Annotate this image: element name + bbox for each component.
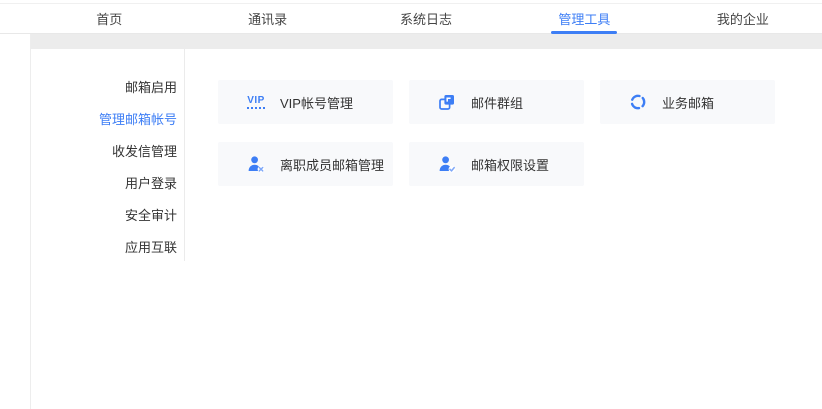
- top-navigation: 首页 通讯录 系统日志 管理工具 我的企业: [0, 3, 822, 34]
- sidebar-item-mailbox-enable[interactable]: 邮箱启用: [30, 72, 185, 104]
- sidebar: 邮箱启用 管理邮箱帐号 收发信管理 用户登录 安全审计 应用互联: [30, 49, 185, 264]
- tab-contacts[interactable]: 通讯录: [188, 3, 346, 33]
- tab-my-enterprise[interactable]: 我的企业: [664, 3, 822, 33]
- business-mailbox-icon: [626, 92, 650, 112]
- card-business-mailbox[interactable]: 业务邮箱: [600, 80, 775, 124]
- sidebar-item-manage-mailbox-accounts[interactable]: 管理邮箱帐号: [30, 104, 185, 136]
- vip-badge-text: VIP: [247, 96, 265, 109]
- admin-tools-card-grid: VIP VIP帐号管理 邮件群组 业务邮箱: [218, 80, 778, 186]
- card-mail-group[interactable]: 邮件群组: [409, 80, 584, 124]
- card-label: 邮箱权限设置: [471, 155, 549, 174]
- tab-admin-tools[interactable]: 管理工具: [505, 3, 663, 33]
- mail-group-icon: [435, 92, 459, 112]
- vip-badge-icon: VIP: [244, 96, 268, 109]
- tab-home[interactable]: 首页: [30, 3, 188, 33]
- resigned-member-mailbox-icon: [244, 154, 268, 174]
- sidebar-item-security-audit[interactable]: 安全审计: [30, 200, 185, 232]
- card-resigned-member-mailbox[interactable]: 离职成员邮箱管理: [218, 142, 393, 186]
- tab-system-logs[interactable]: 系统日志: [347, 3, 505, 33]
- card-mailbox-permission[interactable]: 邮箱权限设置: [409, 142, 584, 186]
- card-vip-account-management[interactable]: VIP VIP帐号管理: [218, 80, 393, 124]
- card-label: 业务邮箱: [662, 93, 714, 112]
- sidebar-item-app-interconnect[interactable]: 应用互联: [30, 232, 185, 264]
- mailbox-permission-icon: [435, 154, 459, 174]
- sidebar-item-user-login[interactable]: 用户登录: [30, 168, 185, 200]
- subheader-band: [30, 34, 822, 49]
- tab-admin-tools-label: 管理工具: [558, 9, 610, 28]
- card-label: 邮件群组: [471, 93, 523, 112]
- card-label: 离职成员邮箱管理: [280, 155, 384, 174]
- sidebar-item-send-receive-management[interactable]: 收发信管理: [30, 136, 185, 168]
- card-label: VIP帐号管理: [280, 93, 353, 112]
- top-navigation-tabs: 首页 通讯录 系统日志 管理工具 我的企业: [30, 3, 822, 33]
